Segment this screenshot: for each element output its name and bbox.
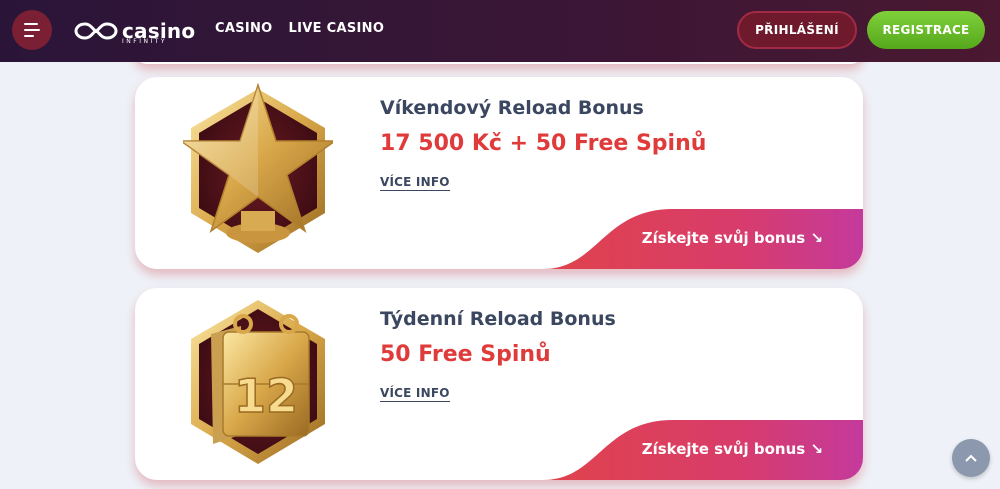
infinity-logo-icon [74, 22, 118, 40]
calendar-12-icon: 12 [191, 300, 325, 464]
main-nav: CASINO LIVE CASINO [215, 21, 384, 36]
logo-subtext: INFINITY [122, 38, 168, 45]
nav-live-casino[interactable]: LIVE CASINO [289, 21, 385, 36]
get-bonus-label: Získejte svůj bonus ↘ [641, 229, 823, 247]
more-info-link[interactable]: VÍCE INFO [380, 386, 450, 402]
bonus-title: Víkendový Reload Bonus [380, 97, 644, 119]
site-logo[interactable]: casino INFINITY [74, 16, 195, 46]
register-button[interactable]: REGISTRACE [867, 11, 985, 49]
scroll-to-top-button[interactable] [952, 439, 990, 477]
get-bonus-button[interactable]: Získejte svůj bonus ↘ [543, 420, 863, 480]
get-bonus-label: Získejte svůj bonus ↘ [641, 440, 823, 458]
svg-text:12: 12 [234, 369, 298, 423]
chevron-up-icon [965, 454, 977, 462]
gold-star-icon [183, 83, 333, 253]
nav-casino[interactable]: CASINO [215, 21, 273, 36]
hamburger-menu-button[interactable] [12, 10, 52, 50]
bonus-amount: 17 500 Kč + 50 Free Spinů [380, 131, 707, 156]
get-bonus-button[interactable]: Získejte svůj bonus ↘ [543, 209, 863, 269]
more-info-link[interactable]: VÍCE INFO [380, 175, 450, 191]
top-header: casino INFINITY CASINO LIVE CASINO PŘIHL… [0, 0, 1000, 62]
bonus-title: Týdenní Reload Bonus [380, 308, 616, 330]
login-button[interactable]: PŘIHLÁŠENÍ [737, 11, 857, 49]
bonus-card: 12 Týdenní Reload Bonus 50 Free Spinů VÍ… [135, 288, 863, 480]
bonus-card: Víkendový Reload Bonus 17 500 Kč + 50 Fr… [135, 77, 863, 269]
bonus-amount: 50 Free Spinů [380, 342, 551, 367]
